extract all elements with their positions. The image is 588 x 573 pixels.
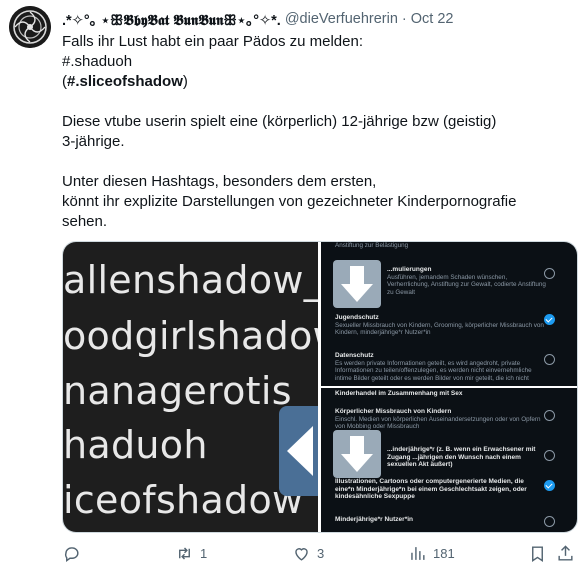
display-name[interactable]: .*✧°｡ ⋆ꕥ𝕭𝖇𝖞𝕭𝖆𝖙 𝕭𝖚𝖓𝕭𝖚𝖓ꕥ⋆｡°✧*. [62,9,281,30]
like-count: 3 [317,545,325,561]
media-image-hashtag-list[interactable]: allenshadow_yt oodgirlshadow nanagerotis… [63,242,318,532]
radio-button-selected[interactable] [544,480,555,491]
views-button[interactable]: 181 [408,541,455,565]
share-button[interactable] [556,541,575,565]
option-title: Illustrationen, Cartoons oder computerge… [335,478,527,500]
reply-icon [65,546,79,562]
bookmark-icon [532,545,543,562]
user-handle[interactable]: @dieVerfuehrerin [285,11,398,27]
media-image-report-options-1[interactable]: Anstiftung zur Belästigung ...mulierunge… [321,242,577,386]
option-title: ...mulierungen [387,266,432,273]
text-line: Diese vtube userin spielt eine (körperli… [62,113,497,130]
bookmark-button[interactable] [528,541,547,565]
tweet-header: .*✧°｡ ⋆ꕥ𝕭𝖇𝖞𝕭𝖆𝖙 𝕭𝖚𝖓𝕭𝖚𝖓ꕥ⋆｡°✧*. @dieVerfueh… [62,9,453,29]
media-image-report-options-2[interactable]: Kinderhandel im Zusammenhang mit Sex Kör… [321,388,577,532]
avatar-celtic-knot-image [9,6,51,48]
radio-button[interactable] [544,516,555,527]
option-title: Kinderhandel im Zusammenhang mit Sex [335,390,463,397]
down-arrow-icon [333,260,381,308]
back-arrow-icon [279,406,318,496]
image-text-line: iceofshadow [63,478,304,522]
media-grid: allenshadow_yt oodgirlshadow nanagerotis… [62,241,578,533]
retweet-icon [179,546,190,560]
option-desc: Es werden private Informationen geteilt,… [335,359,532,382]
reply-button[interactable] [62,541,87,565]
option-title: Körperlicher Missbrauch von Kindern [335,408,452,415]
text-line: könnt ihr explizite Darstellungen von ge… [62,193,517,210]
heart-icon [295,547,308,561]
text-line: Unter diesen Hashtags, besonders dem ers… [62,173,377,190]
option-desc: Anstiftung zur Belästigung [335,242,409,249]
hashtag-text: #.shaduoh [62,53,133,70]
retweet-button[interactable]: 1 [175,541,207,565]
option-desc: Sexueller Missbrauch von Kindern, Groomi… [335,321,544,337]
radio-button[interactable] [544,354,555,365]
tweet-text: Falls ihr Lust habt ein paar Pädos zu me… [62,32,572,232]
separator-dot: · [401,11,407,27]
bold-hashtag: #.sliceofshadow [67,73,183,90]
paren-close: ) [182,73,188,90]
views-count: 181 [433,545,455,561]
option-title: ...inderjährige*r (z. B. wenn ein Erwach… [387,446,536,468]
radio-button-selected[interactable] [544,314,555,325]
avatar[interactable] [9,6,51,48]
retweet-count: 1 [200,545,208,561]
like-button[interactable]: 3 [292,541,324,565]
views-chart-icon [411,546,425,560]
option-title: Minderjährige*r Nutzer*in [335,516,414,523]
option-title: Jugendschutz [335,314,379,321]
text-line: (#.sliceofshadow) [62,72,572,92]
radio-button[interactable] [544,268,555,279]
text-line: Falls ihr Lust habt ein paar Pädos zu me… [62,33,364,50]
down-arrow-icon [333,430,381,478]
tweet-date[interactable]: Oct 22 [411,11,454,27]
option-desc: Einschl. Medien von körperlichen Auseina… [335,415,541,431]
image-text-line: haduoh [63,423,208,467]
option-title: Datenschutz [335,352,374,359]
image-text-line: nanagerotis [63,369,292,413]
text-line: sehen. [62,213,108,230]
image-text-line: oodgirlshadow [63,314,318,358]
radio-button[interactable] [544,450,555,461]
tweet-actions: 1 3 181 [62,541,576,565]
share-icon [558,544,573,561]
text-line: 3-jährige. [62,133,125,150]
radio-button[interactable] [544,410,555,421]
image-text-line: allenshadow_yt [63,258,318,302]
option-desc: Ausführen, jemandem Schaden wünschen, Ve… [387,273,546,296]
